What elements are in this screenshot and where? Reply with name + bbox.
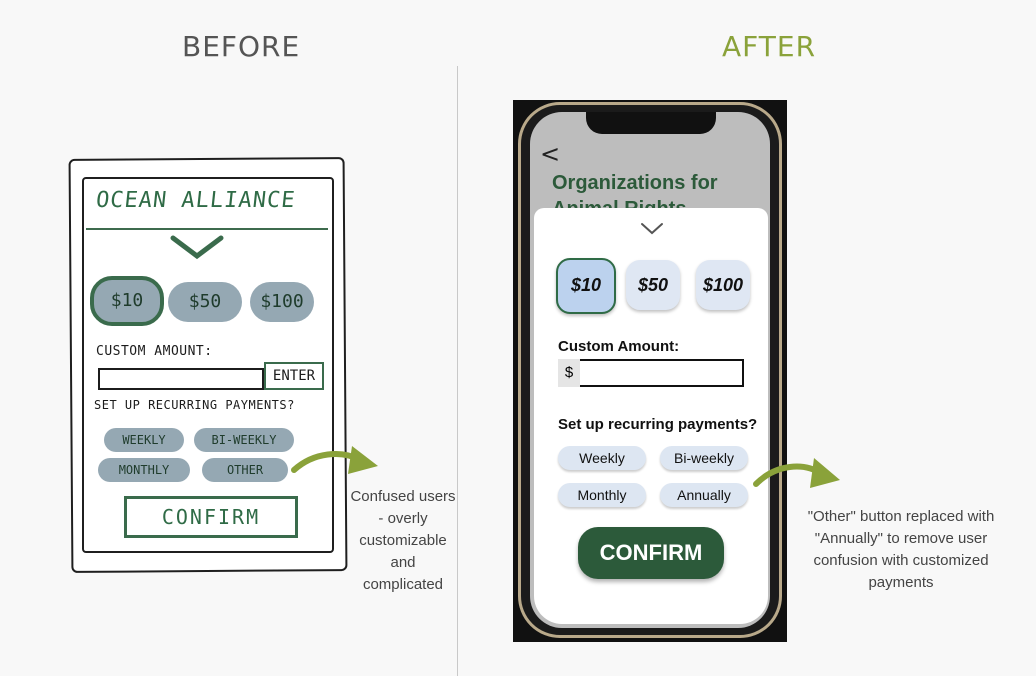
sketch-other-button: OTHER xyxy=(202,458,288,482)
amount-10-button[interactable]: $10 xyxy=(556,258,616,314)
custom-amount-input[interactable] xyxy=(558,359,744,387)
sketch-monthly-button: MONTHLY xyxy=(98,458,190,482)
back-chevron-icon[interactable]: < xyxy=(540,140,560,168)
annually-button[interactable]: Annually xyxy=(660,483,748,507)
sketch-chevron-down-icon xyxy=(170,235,224,260)
after-arrow-icon xyxy=(753,458,840,488)
sketch-custom-amount-label: CUSTOM AMOUNT: xyxy=(96,344,213,359)
custom-amount-label: Custom Amount: xyxy=(558,338,680,355)
sketch-org-title: OCEAN ALLIANCE xyxy=(94,188,297,213)
monthly-button[interactable]: Monthly xyxy=(558,483,646,507)
confirm-button[interactable]: CONFIRM xyxy=(578,527,724,579)
after-heading: AFTER xyxy=(722,30,817,63)
org-title: Organizations for xyxy=(552,172,718,194)
before-note: Confused users - overly customizable and… xyxy=(350,488,456,593)
sketch-amount-10-button: $10 xyxy=(90,276,164,326)
sketch-amount-100-button: $100 xyxy=(250,282,314,322)
sketch-amount-50-button: $50 xyxy=(168,282,242,322)
weekly-button[interactable]: Weekly xyxy=(558,446,646,470)
biweekly-button[interactable]: Bi-weekly xyxy=(660,446,748,470)
chevron-down-icon[interactable] xyxy=(640,222,664,236)
amount-50-button[interactable]: $50 xyxy=(626,260,680,310)
after-note: "Other" button replaced with "Annually" … xyxy=(807,508,995,591)
before-heading: BEFORE xyxy=(182,30,301,63)
sketch-weekly-button: WEEKLY xyxy=(104,428,184,452)
phone-notch xyxy=(586,112,716,134)
center-divider xyxy=(457,66,458,676)
sketch-enter-button: ENTER xyxy=(264,362,324,390)
currency-symbol: $ xyxy=(558,359,580,387)
sketch-confirm-button: CONFIRM xyxy=(124,496,298,538)
sketch-custom-amount-input xyxy=(98,368,264,390)
sketch-recurring-label: SET UP RECURRING PAYMENTS? xyxy=(94,398,295,412)
sketch-title-rule xyxy=(86,228,328,230)
amount-100-button[interactable]: $100 xyxy=(696,260,750,310)
sketch-biweekly-button: BI-WEEKLY xyxy=(194,428,294,452)
recurring-label: Set up recurring payments? xyxy=(558,416,758,433)
before-arrow-icon xyxy=(291,446,378,474)
